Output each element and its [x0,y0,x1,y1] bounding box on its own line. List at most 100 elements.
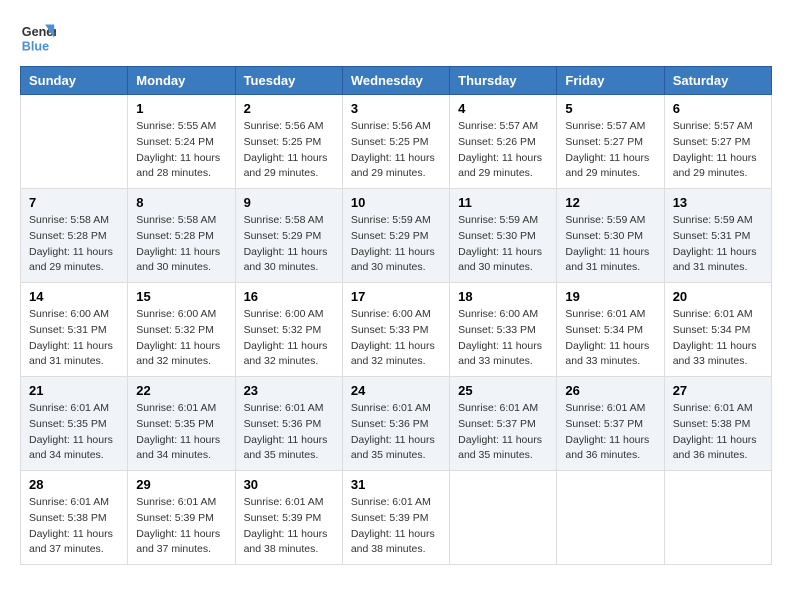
calendar-cell: 7 Sunrise: 5:58 AMSunset: 5:28 PMDaylight… [21,189,128,283]
day-info: Sunrise: 6:01 AMSunset: 5:34 PMDaylight:… [565,307,655,370]
day-info: Sunrise: 5:56 AMSunset: 5:25 PMDaylight:… [244,119,334,182]
day-info: Sunrise: 5:56 AMSunset: 5:25 PMDaylight:… [351,119,441,182]
svg-text:Blue: Blue [22,40,49,54]
col-header-friday: Friday [557,67,664,95]
week-row-2: 7 Sunrise: 5:58 AMSunset: 5:28 PMDaylight… [21,189,772,283]
day-number: 30 [244,477,334,492]
day-number: 18 [458,289,548,304]
day-number: 12 [565,195,655,210]
col-header-tuesday: Tuesday [235,67,342,95]
day-info: Sunrise: 5:59 AMSunset: 5:30 PMDaylight:… [565,213,655,276]
calendar-cell: 31Sunrise: 6:01 AMSunset: 5:39 PMDayligh… [342,471,449,565]
day-number: 20 [673,289,763,304]
calendar-cell: 5 Sunrise: 5:57 AMSunset: 5:27 PMDaylight… [557,95,664,189]
logo-icon: General Blue [20,20,56,56]
day-info: Sunrise: 6:01 AMSunset: 5:37 PMDaylight:… [565,401,655,464]
calendar-cell: 29 Sunrise: 6:01 AMSunset: 5:39 PMDayligh… [128,471,235,565]
day-info: Sunrise: 6:01 AMSunset: 5:36 PMDaylight:… [244,401,334,464]
day-number: 16 [244,289,334,304]
day-number: 15 [136,289,226,304]
calendar-cell: 1 Sunrise: 5:55 AMSunset: 5:24 PMDaylight… [128,95,235,189]
day-info: Sunrise: 6:01 AMSunset: 5:39 PMDaylight:… [136,495,226,558]
day-info: Sunrise: 6:01 AMSunset: 5:38 PMDaylight:… [29,495,119,558]
calendar-cell: 9 Sunrise: 5:58 AMSunset: 5:29 PMDaylight… [235,189,342,283]
day-info: Sunrise: 6:00 AMSunset: 5:31 PMDaylight:… [29,307,119,370]
calendar-cell: 3 Sunrise: 5:56 AMSunset: 5:25 PMDaylight… [342,95,449,189]
calendar-cell: 6 Sunrise: 5:57 AMSunset: 5:27 PMDaylight… [664,95,771,189]
day-info: Sunrise: 6:01 AMSunset: 5:35 PMDaylight:… [29,401,119,464]
calendar-cell [664,471,771,565]
calendar-cell [557,471,664,565]
calendar-table: SundayMondayTuesdayWednesdayThursdayFrid… [20,66,772,565]
calendar-cell [21,95,128,189]
day-info: Sunrise: 6:00 AMSunset: 5:33 PMDaylight:… [458,307,548,370]
day-number: 25 [458,383,548,398]
week-row-1: 1 Sunrise: 5:55 AMSunset: 5:24 PMDaylight… [21,95,772,189]
day-info: Sunrise: 6:01 AMSunset: 5:38 PMDaylight:… [673,401,763,464]
day-number: 8 [136,195,226,210]
day-info: Sunrise: 5:59 AMSunset: 5:31 PMDaylight:… [673,213,763,276]
calendar-cell: 28Sunrise: 6:01 AMSunset: 5:38 PMDayligh… [21,471,128,565]
week-row-3: 14Sunrise: 6:00 AMSunset: 5:31 PMDayligh… [21,283,772,377]
day-number: 7 [29,195,119,210]
day-number: 27 [673,383,763,398]
calendar-cell: 24Sunrise: 6:01 AMSunset: 5:36 PMDayligh… [342,377,449,471]
logo: General Blue [20,20,60,56]
calendar-cell: 15 Sunrise: 6:00 AMSunset: 5:32 PMDayligh… [128,283,235,377]
day-number: 9 [244,195,334,210]
col-header-sunday: Sunday [21,67,128,95]
day-number: 11 [458,195,548,210]
day-info: Sunrise: 6:01 AMSunset: 5:34 PMDaylight:… [673,307,763,370]
calendar-cell: 8 Sunrise: 5:58 AMSunset: 5:28 PMDaylight… [128,189,235,283]
calendar-cell: 16 Sunrise: 6:00 AMSunset: 5:32 PMDayligh… [235,283,342,377]
day-number: 23 [244,383,334,398]
col-header-saturday: Saturday [664,67,771,95]
day-info: Sunrise: 5:58 AMSunset: 5:29 PMDaylight:… [244,213,334,276]
calendar-cell: 2Sunrise: 5:56 AMSunset: 5:25 PMDaylight… [235,95,342,189]
day-info: Sunrise: 5:59 AMSunset: 5:30 PMDaylight:… [458,213,548,276]
day-number: 5 [565,101,655,116]
col-header-monday: Monday [128,67,235,95]
day-info: Sunrise: 5:59 AMSunset: 5:29 PMDaylight:… [351,213,441,276]
day-info: Sunrise: 6:01 AMSunset: 5:39 PMDaylight:… [244,495,334,558]
day-info: Sunrise: 5:55 AMSunset: 5:24 PMDaylight:… [136,119,226,182]
calendar-cell: 18 Sunrise: 6:00 AMSunset: 5:33 PMDayligh… [450,283,557,377]
day-info: Sunrise: 5:58 AMSunset: 5:28 PMDaylight:… [136,213,226,276]
day-info: Sunrise: 5:57 AMSunset: 5:27 PMDaylight:… [565,119,655,182]
day-info: Sunrise: 5:57 AMSunset: 5:26 PMDaylight:… [458,119,548,182]
day-info: Sunrise: 6:01 AMSunset: 5:37 PMDaylight:… [458,401,548,464]
calendar-cell: 13 Sunrise: 5:59 AMSunset: 5:31 PMDayligh… [664,189,771,283]
day-info: Sunrise: 6:00 AMSunset: 5:32 PMDaylight:… [244,307,334,370]
week-row-5: 28Sunrise: 6:01 AMSunset: 5:38 PMDayligh… [21,471,772,565]
col-header-thursday: Thursday [450,67,557,95]
day-info: Sunrise: 6:01 AMSunset: 5:39 PMDaylight:… [351,495,441,558]
calendar-cell: 20 Sunrise: 6:01 AMSunset: 5:34 PMDayligh… [664,283,771,377]
day-number: 21 [29,383,119,398]
calendar-cell: 12 Sunrise: 5:59 AMSunset: 5:30 PMDayligh… [557,189,664,283]
day-number: 6 [673,101,763,116]
calendar-cell: 11 Sunrise: 5:59 AMSunset: 5:30 PMDayligh… [450,189,557,283]
day-info: Sunrise: 6:00 AMSunset: 5:32 PMDaylight:… [136,307,226,370]
day-info: Sunrise: 5:58 AMSunset: 5:28 PMDaylight:… [29,213,119,276]
day-number: 13 [673,195,763,210]
day-number: 19 [565,289,655,304]
day-number: 4 [458,101,548,116]
day-number: 22 [136,383,226,398]
day-info: Sunrise: 5:57 AMSunset: 5:27 PMDaylight:… [673,119,763,182]
day-info: Sunrise: 6:01 AMSunset: 5:36 PMDaylight:… [351,401,441,464]
calendar-cell: 25 Sunrise: 6:01 AMSunset: 5:37 PMDayligh… [450,377,557,471]
day-info: Sunrise: 6:01 AMSunset: 5:35 PMDaylight:… [136,401,226,464]
calendar-cell: 19 Sunrise: 6:01 AMSunset: 5:34 PMDayligh… [557,283,664,377]
day-number: 10 [351,195,441,210]
calendar-cell: 4 Sunrise: 5:57 AMSunset: 5:26 PMDaylight… [450,95,557,189]
col-header-wednesday: Wednesday [342,67,449,95]
calendar-cell: 30 Sunrise: 6:01 AMSunset: 5:39 PMDayligh… [235,471,342,565]
day-number: 17 [351,289,441,304]
day-number: 3 [351,101,441,116]
calendar-cell: 14Sunrise: 6:00 AMSunset: 5:31 PMDayligh… [21,283,128,377]
calendar-cell [450,471,557,565]
calendar-cell: 27 Sunrise: 6:01 AMSunset: 5:38 PMDayligh… [664,377,771,471]
day-number: 29 [136,477,226,492]
calendar-cell: 23 Sunrise: 6:01 AMSunset: 5:36 PMDayligh… [235,377,342,471]
day-number: 1 [136,101,226,116]
